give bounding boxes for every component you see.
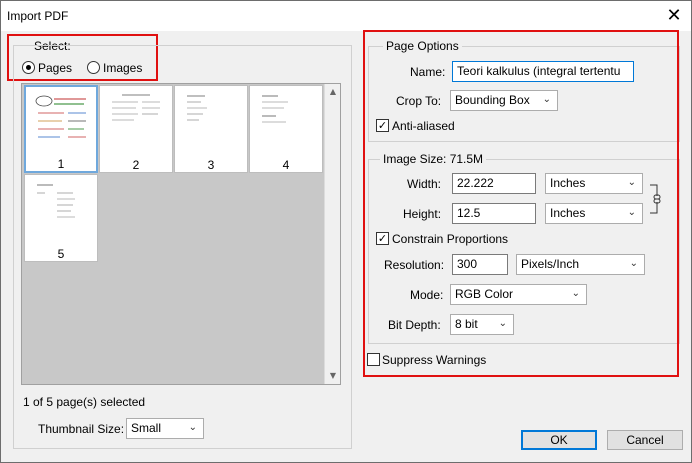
thumbnail-size-select[interactable]: Small ⌄ (126, 418, 204, 439)
cancel-button[interactable]: Cancel (607, 430, 683, 450)
thumbnail-number: 5 (57, 247, 65, 261)
ok-button[interactable]: OK (521, 430, 597, 450)
title-bar: Import PDF ✕ (1, 1, 691, 31)
thumbnail-image (108, 90, 164, 154)
close-icon[interactable]: ✕ (661, 3, 687, 27)
thumbnail-image (33, 179, 89, 243)
chevron-down-icon: ⌄ (188, 422, 197, 433)
thumbnail-page-4[interactable]: 4 (249, 85, 323, 173)
thumbnail-size-value: Small (131, 421, 162, 435)
window-title: Import PDF (7, 9, 69, 23)
thumbnail-page-2[interactable]: 2 (99, 85, 173, 173)
arrow-down-icon[interactable]: ▼ (325, 368, 341, 384)
thumbnail-image (183, 90, 239, 154)
thumbnail-number: 4 (282, 158, 290, 172)
thumbnail-page-5[interactable]: 5 (24, 174, 98, 262)
selection-status: 1 of 5 page(s) selected (23, 395, 146, 409)
thumbnail-page-1[interactable]: 1 (24, 85, 98, 173)
import-pdf-dialog: Import PDF ✕ Select: Pages Images 1 2 3 … (0, 0, 692, 463)
thumbnail-number: 3 (207, 158, 215, 172)
thumbnail-image (34, 91, 90, 155)
thumbnail-size-label: Thumbnail Size: (38, 422, 125, 436)
arrow-up-icon[interactable]: ▲ (325, 84, 341, 100)
thumbnail-number: 1 (57, 157, 65, 171)
thumbnail-area: 1 2 3 4 5 ▲ ▼ (21, 83, 341, 385)
highlight-box-options (363, 30, 679, 377)
thumbnail-number: 2 (132, 158, 140, 172)
thumbnail-page-3[interactable]: 3 (174, 85, 248, 173)
thumbnail-image (258, 90, 314, 154)
thumbnail-strip: 1 2 3 4 5 (22, 84, 325, 384)
thumbnail-scrollbar[interactable]: ▲ ▼ (324, 84, 340, 384)
